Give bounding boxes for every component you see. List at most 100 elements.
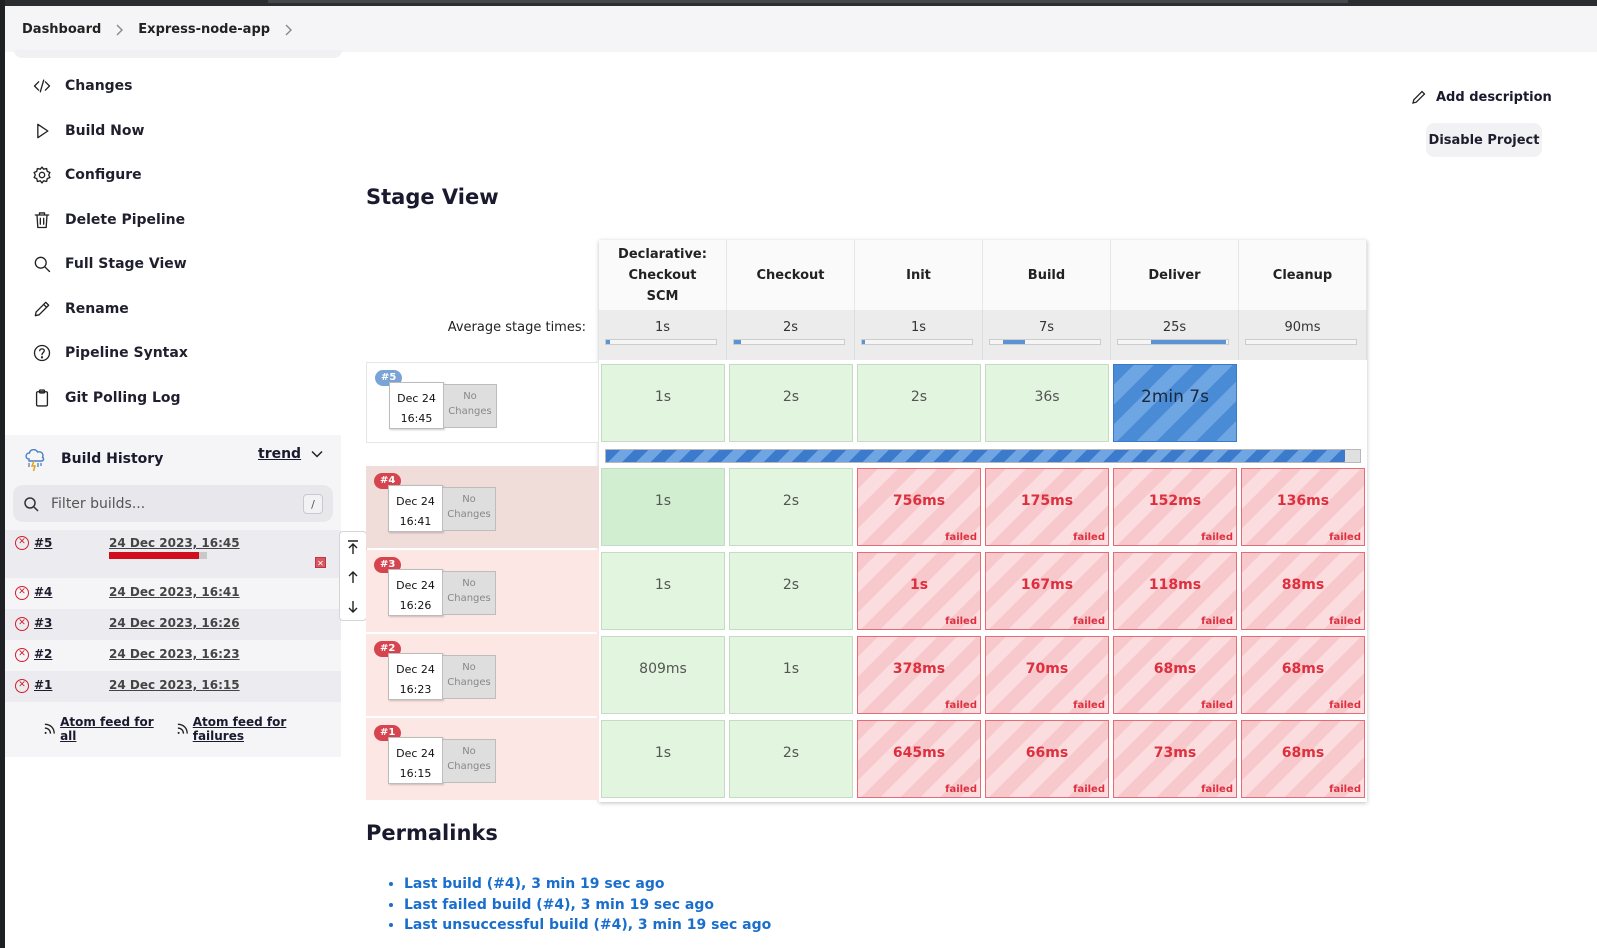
stage-cell[interactable]: 1s	[601, 364, 725, 442]
build-row-header[interactable]: #2 Dec 24 16:23 No Changes	[366, 634, 599, 716]
build-row[interactable]: ✕ #4 24 Dec 2023, 16:41	[5, 578, 341, 609]
stage-cell-failed-label: failed	[1201, 784, 1233, 795]
build-date-link[interactable]: 24 Dec 2023, 16:15	[109, 678, 240, 692]
stage-cell[interactable]: 1s	[601, 468, 725, 546]
build-row[interactable]: ✕ #5 24 Dec 2023, 16:45 ✕	[5, 530, 341, 578]
add-description-link[interactable]: Add description	[1410, 88, 1552, 106]
atom-feed-failures-link[interactable]: Atom feed for failures	[176, 715, 332, 743]
stage-cell-failed-label: failed	[945, 784, 977, 795]
build-time: 16:26	[399, 599, 432, 612]
permalink-last-build[interactable]: Last build (#4), 3 min 19 sec ago	[404, 876, 771, 897]
nav-changes[interactable]: Changes	[30, 64, 340, 109]
stage-cell[interactable]: 2s	[729, 468, 853, 546]
weather-storm-icon	[25, 448, 45, 472]
stage-cell[interactable]: 2s	[729, 364, 853, 442]
clipboard-icon	[30, 386, 54, 410]
stage-cell[interactable]: 378ms failed	[857, 636, 981, 714]
stage-cell[interactable]: 66ms failed	[985, 720, 1109, 798]
permalink-last-unsuccessful-build[interactable]: Last unsuccessful build (#4), 3 min 19 s…	[404, 917, 771, 938]
build-row[interactable]: ✕ #1 24 Dec 2023, 16:15	[5, 671, 341, 702]
stage-cell-duration: 167ms	[1020, 577, 1074, 593]
stage-cell-duration: 2min 7s	[1141, 387, 1209, 407]
stage-cell-failed-label: failed	[1201, 616, 1233, 627]
stage-cell-duration: 1s	[654, 745, 672, 761]
stop-build-icon[interactable]: ✕	[315, 557, 326, 568]
build-date: Dec 24	[396, 663, 435, 676]
average-stage-time-bar	[1117, 339, 1229, 345]
stage-cell[interactable]: 1s	[601, 720, 725, 798]
build-number-link[interactable]: #1	[34, 678, 52, 692]
stage-cell-duration: 645ms	[892, 745, 946, 761]
nav-configure[interactable]: Configure	[30, 153, 340, 198]
stage-cell-duration: 1s	[909, 577, 929, 593]
nav-full-stage-view[interactable]: Full Stage View	[30, 242, 340, 287]
build-row[interactable]: ✕ #3 24 Dec 2023, 16:26	[5, 609, 341, 640]
stage-cell[interactable]: 70ms failed	[985, 636, 1109, 714]
filter-builds-field[interactable]: Filter builds... /	[13, 485, 333, 522]
build-row-header[interactable]: #1 Dec 24 16:15 No Changes	[366, 718, 599, 800]
stage-cell[interactable]: 36s	[985, 364, 1109, 442]
stage-cell[interactable]: 68ms failed	[1241, 636, 1365, 714]
atom-feed-all-link[interactable]: Atom feed for all	[43, 715, 167, 743]
trend-dropdown[interactable]: trend	[258, 446, 323, 462]
average-stage-time: 25s	[1111, 310, 1239, 360]
stage-cell[interactable]: 118ms failed	[1113, 552, 1237, 630]
stage-cell[interactable]: 2min 7s	[1113, 364, 1237, 442]
stage-cell[interactable]: 2s	[729, 720, 853, 798]
chevron-right-icon[interactable]	[284, 24, 293, 36]
stage-cell[interactable]: 645ms failed	[857, 720, 981, 798]
average-stage-times-label: Average stage times:	[447, 320, 586, 335]
stage-cell[interactable]: 1s failed	[857, 552, 981, 630]
stage-cell[interactable]: 175ms failed	[985, 468, 1109, 546]
average-stage-time-bar-fill	[1003, 340, 1026, 344]
failed-status-icon: ✕	[15, 648, 29, 662]
build-date: Dec 24	[396, 747, 435, 760]
disable-project-button[interactable]: Disable Project	[1426, 123, 1542, 157]
stage-cell[interactable]: 152ms failed	[1113, 468, 1237, 546]
scroll-up-button[interactable]	[340, 562, 366, 592]
build-row[interactable]: ✕ #2 24 Dec 2023, 16:23	[5, 640, 341, 671]
build-date-link[interactable]: 24 Dec 2023, 16:23	[109, 647, 240, 661]
build-number-link[interactable]: #3	[34, 616, 52, 630]
permalink-last-failed-build[interactable]: Last failed build (#4), 3 min 19 sec ago	[404, 897, 771, 918]
build-date-link[interactable]: 24 Dec 2023, 16:45	[109, 536, 240, 550]
stage-cell[interactable]: 2s	[729, 552, 853, 630]
build-row-header[interactable]: #4 Dec 24 16:41 No Changes	[366, 466, 599, 548]
stage-cell[interactable]: 2s	[857, 364, 981, 442]
nav-git-polling-log[interactable]: Git Polling Log	[30, 376, 340, 421]
stage-cell[interactable]: 809ms	[601, 636, 725, 714]
stage-cell-failed-label: failed	[1201, 532, 1233, 543]
build-row-header[interactable]: #3 Dec 24 16:26 No Changes	[366, 550, 599, 632]
average-stage-time-value: 25s	[1162, 320, 1187, 335]
stage-header: Deliver	[1111, 240, 1239, 310]
build-date-link[interactable]: 24 Dec 2023, 16:41	[109, 585, 240, 599]
scroll-down-button[interactable]	[340, 592, 366, 622]
stage-cell-failed-label: failed	[1073, 532, 1105, 543]
nav-build-now[interactable]: Build Now	[30, 109, 340, 154]
build-row-header[interactable]: #5 Dec 24 16:45 No Changes	[366, 362, 599, 443]
nav-pipeline-syntax[interactable]: Pipeline Syntax	[30, 331, 340, 376]
build-number-link[interactable]: #4	[34, 585, 52, 599]
build-date-link[interactable]: 24 Dec 2023, 16:26	[109, 616, 240, 630]
stage-cell-failed-label: failed	[945, 700, 977, 711]
stage-cell[interactable]: 167ms failed	[985, 552, 1109, 630]
stage-cell[interactable]: 136ms failed	[1241, 468, 1365, 546]
scroll-to-top-button[interactable]	[340, 532, 366, 562]
breadcrumb-express-node-app[interactable]: Express-node-app	[138, 22, 270, 37]
stage-cell[interactable]: 68ms failed	[1241, 720, 1365, 798]
average-stage-time: 1s	[855, 310, 983, 360]
stage-cell[interactable]: 1s	[601, 552, 725, 630]
stage-cell[interactable]: 68ms failed	[1113, 636, 1237, 714]
stage-cell[interactable]: 73ms failed	[1113, 720, 1237, 798]
stage-cell[interactable]: 1s	[729, 636, 853, 714]
build-number-link[interactable]: #5	[34, 536, 52, 550]
build-number-link[interactable]: #2	[34, 647, 52, 661]
nav-rename[interactable]: Rename	[30, 287, 340, 332]
help-icon	[30, 341, 54, 365]
nav-delete-pipeline[interactable]: Delete Pipeline	[30, 198, 340, 243]
breadcrumb-dashboard[interactable]: Dashboard	[22, 22, 101, 37]
stage-cell[interactable]: 88ms failed	[1241, 552, 1365, 630]
stage-cell[interactable]: 756ms failed	[857, 468, 981, 546]
stage-cell-duration: 809ms	[639, 661, 687, 677]
side-nav: Changes Build Now Configure Delete Pipel…	[30, 64, 340, 420]
